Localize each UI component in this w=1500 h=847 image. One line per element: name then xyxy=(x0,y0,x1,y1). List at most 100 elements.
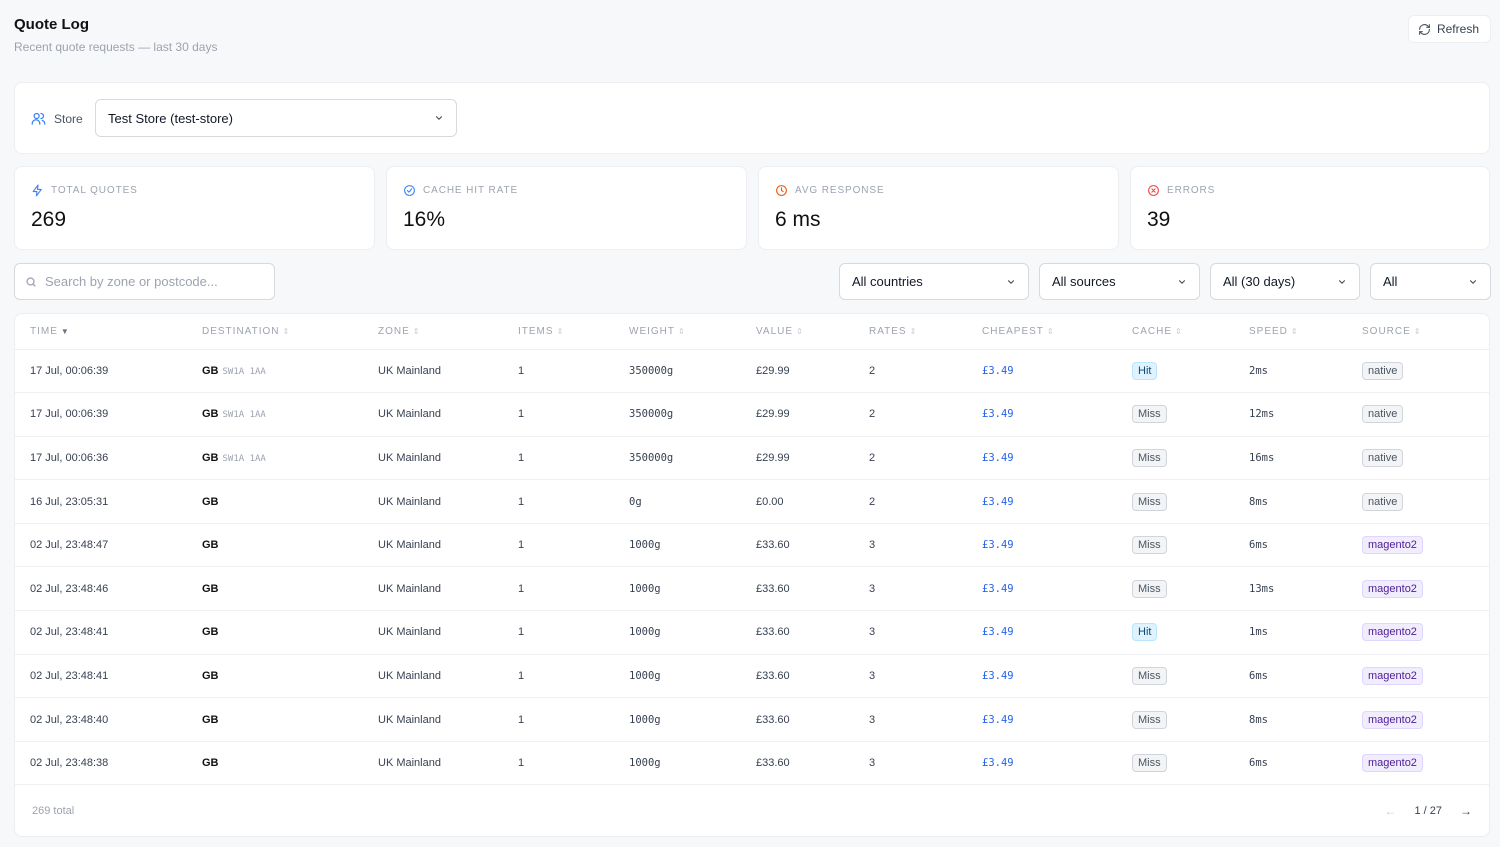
cell-cheapest-text: £3.49 xyxy=(982,713,1014,726)
cell-destination: GB xyxy=(187,523,363,568)
cell-cheapest-text: £3.49 xyxy=(982,364,1014,377)
column-header-cheapest[interactable]: CHEAPEST ⇕ xyxy=(967,314,1117,350)
cell-speed-text: 6ms xyxy=(1249,539,1268,552)
column-header-cache[interactable]: CACHE ⇕ xyxy=(1117,314,1234,350)
table-row[interactable]: 17 Jul, 00:06:39 GB SW1A 1AA UK Mainland 1 35… xyxy=(15,349,1489,394)
destination-country: GB xyxy=(202,713,219,726)
cell-cache: Miss xyxy=(1117,566,1234,612)
cell-speed: 8ms xyxy=(1234,479,1347,524)
source-filter-select[interactable]: All sources xyxy=(1039,263,1200,300)
cell-value-text: £0.00 xyxy=(756,495,784,508)
cell-destination: GB xyxy=(187,697,363,742)
column-header-destination[interactable]: DESTINATION ⇕ xyxy=(187,314,363,350)
cell-cache: Hit xyxy=(1117,610,1234,655)
cell-value: £29.99 xyxy=(741,392,854,437)
table-row[interactable]: 02 Jul, 23:48:40 GB UK Mainland 1 1000g £33.6… xyxy=(15,697,1489,742)
table-row[interactable]: 02 Jul, 23:48:47 GB UK Mainland 1 1000g £33.6… xyxy=(15,523,1489,568)
cell-zone-text: UK Mainland xyxy=(378,451,441,464)
column-header-time[interactable]: TIME ▼ xyxy=(15,314,187,350)
cell-weight: 1000g xyxy=(614,741,741,786)
cell-items-text: 1 xyxy=(518,495,525,508)
next-page-arrow-icon[interactable]: → xyxy=(1460,804,1472,818)
cache-badge: Miss xyxy=(1132,754,1167,773)
cell-speed-text: 2ms xyxy=(1249,364,1268,377)
source-badge: magento2 xyxy=(1362,666,1423,685)
store-select[interactable]: Test Store (test-store) xyxy=(95,99,457,137)
table-row[interactable]: 02 Jul, 23:48:38 GB UK Mainland 1 1000g £33.6… xyxy=(15,741,1489,786)
cell-weight-text: 0g xyxy=(629,495,642,508)
status-filter-select[interactable]: All xyxy=(1370,263,1491,300)
table-row[interactable]: 02 Jul, 23:48:41 GB UK Mainland 1 1000g £33.6… xyxy=(15,610,1489,655)
column-header-source[interactable]: SOURCE ⇕ xyxy=(1347,314,1489,350)
table-header-row: TIME ▼ DESTINATION ⇕ ZONE ⇕ ITEMS ⇕ WEIGHT ⇕ … xyxy=(15,314,1489,350)
cell-time-text: 02 Jul, 23:48:47 xyxy=(30,539,109,552)
table-row[interactable]: 02 Jul, 23:48:41 GB UK Mainland 1 1000g £33.6… xyxy=(15,654,1489,699)
cell-cheapest: £3.49 xyxy=(967,349,1117,394)
cell-rates: 3 xyxy=(854,566,967,612)
cell-weight-text: 1000g xyxy=(629,757,661,770)
cell-time: 02 Jul, 23:48:46 xyxy=(15,566,187,612)
cell-value-text: £33.60 xyxy=(756,669,790,682)
cell-items: 1 xyxy=(503,654,614,699)
check-circle-icon xyxy=(404,185,415,196)
cell-weight-text: 1000g xyxy=(629,539,661,552)
cell-items-text: 1 xyxy=(518,669,525,682)
table-row[interactable]: 17 Jul, 00:06:39 GB SW1A 1AA UK Mainland 1 35… xyxy=(15,392,1489,437)
source-badge: magento2 xyxy=(1362,623,1423,642)
chevron-down-icon xyxy=(1338,279,1346,284)
cell-time-text: 16 Jul, 23:05:31 xyxy=(30,495,109,508)
column-header-speed[interactable]: SPEED ⇕ xyxy=(1234,314,1347,350)
column-header-zone[interactable]: ZONE ⇕ xyxy=(363,314,503,350)
cell-weight-text: 1000g xyxy=(629,669,661,682)
cell-speed: 13ms xyxy=(1234,566,1347,612)
cell-time: 02 Jul, 23:48:38 xyxy=(15,741,187,786)
destination-postcode: SW1A 1AA xyxy=(222,410,266,421)
source-badge: magento2 xyxy=(1362,710,1423,729)
cell-zone: UK Mainland xyxy=(363,436,503,481)
cell-value: £33.60 xyxy=(741,654,854,699)
prev-page-arrow-icon[interactable]: ← xyxy=(1384,804,1396,818)
cache-badge: Miss xyxy=(1132,579,1167,598)
period-filter-value: All (30 days) xyxy=(1223,274,1296,289)
cell-cheapest: £3.49 xyxy=(967,654,1117,699)
destination-postcode: SW1A 1AA xyxy=(222,453,266,464)
cell-time: 02 Jul, 23:48:41 xyxy=(15,610,187,655)
table-row[interactable]: 17 Jul, 00:06:36 GB SW1A 1AA UK Mainland 1 35… xyxy=(15,436,1489,481)
column-header-items[interactable]: ITEMS ⇕ xyxy=(503,314,614,350)
search-input[interactable] xyxy=(45,274,255,289)
cell-speed-text: 6ms xyxy=(1249,669,1268,682)
cell-items: 1 xyxy=(503,349,614,394)
cell-items: 1 xyxy=(503,392,614,437)
refresh-button[interactable]: Refresh xyxy=(1407,15,1491,43)
lightning-icon xyxy=(32,184,42,197)
cell-value: £33.60 xyxy=(741,566,854,612)
table-row[interactable]: 02 Jul, 23:48:46 GB UK Mainland 1 1000g £33.6… xyxy=(15,566,1489,612)
chevron-down-icon xyxy=(1007,279,1015,284)
cell-time-text: 17 Jul, 00:06:39 xyxy=(30,364,109,377)
cell-value: £33.60 xyxy=(741,523,854,568)
cell-rates: 3 xyxy=(854,741,967,786)
search-box[interactable] xyxy=(14,263,275,300)
cell-time-text: 02 Jul, 23:48:41 xyxy=(30,669,109,682)
period-filter-select[interactable]: All (30 days) xyxy=(1210,263,1360,300)
cell-cheapest: £3.49 xyxy=(967,436,1117,481)
cell-speed: 1ms xyxy=(1234,610,1347,655)
cell-cheapest-text: £3.49 xyxy=(982,495,1014,508)
cell-time: 17 Jul, 00:06:39 xyxy=(15,392,187,437)
table-row[interactable]: 16 Jul, 23:05:31 GB UK Mainland 1 0g £0.00 2 £3… xyxy=(15,479,1489,524)
cell-destination: GB xyxy=(187,610,363,655)
cell-speed-text: 1ms xyxy=(1249,626,1268,639)
stat-card-cache-hit-rate: CACHE HIT RATE 16% xyxy=(386,166,747,250)
page-title: Quote Log xyxy=(14,16,89,33)
column-header-rates[interactable]: RATES ⇕ xyxy=(854,314,967,350)
cell-time-text: 02 Jul, 23:48:40 xyxy=(30,713,109,726)
column-header-value[interactable]: VALUE ⇕ xyxy=(741,314,854,350)
source-badge: native xyxy=(1362,492,1404,511)
cell-value: £29.99 xyxy=(741,436,854,481)
cell-weight: 350000g xyxy=(614,349,741,394)
stat-label: TOTAL QUOTES xyxy=(51,185,138,196)
country-filter-select[interactable]: All countries xyxy=(839,263,1029,300)
refresh-label: Refresh xyxy=(1436,22,1479,36)
destination-country: GB xyxy=(202,757,219,770)
column-header-weight[interactable]: WEIGHT ⇕ xyxy=(614,314,741,350)
